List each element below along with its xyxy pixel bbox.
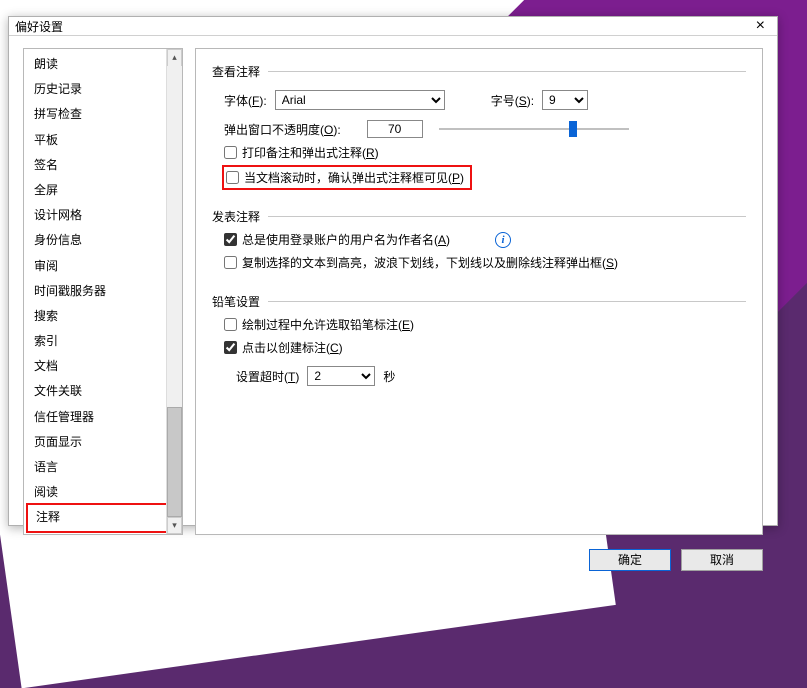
titlebar: 偏好设置 × <box>9 17 777 36</box>
opacity-label: 弹出窗口不透明度(O): <box>224 121 341 138</box>
sidebar-item[interactable]: 文档 <box>24 354 182 379</box>
use-login-author-label: 总是使用登录账户的用户名为作者名(A) <box>242 231 450 248</box>
sidebar-item[interactable]: 搜索 <box>24 304 182 329</box>
timeout-label: 设置超时(T) <box>236 368 299 385</box>
scroll-down-icon[interactable]: ▾ <box>167 517 182 534</box>
allow-select-pencil-label: 绘制过程中允许选取铅笔标注(E) <box>242 316 414 333</box>
sidebar-item[interactable]: 阅读 <box>24 480 182 505</box>
sidebar-item[interactable]: 历史记录 <box>24 77 182 102</box>
sidebar-item[interactable]: 全屏 <box>24 178 182 203</box>
opacity-slider[interactable] <box>439 121 629 137</box>
group-view-legend: 查看注释 <box>212 63 268 80</box>
sidebar-item[interactable]: 朗读 <box>24 52 182 77</box>
fontsize-label: 字号(S): <box>491 92 534 109</box>
group-post-legend: 发表注释 <box>212 208 268 225</box>
dialog-title: 偏好设置 <box>15 18 750 35</box>
close-icon[interactable]: × <box>750 17 771 35</box>
ok-button[interactable]: 确定 <box>589 549 671 571</box>
sidebar-item[interactable]: 页面显示 <box>24 430 182 455</box>
group-pencil-legend: 铅笔设置 <box>212 293 268 310</box>
info-icon[interactable]: i <box>495 232 511 248</box>
opacity-input[interactable] <box>367 120 423 138</box>
ensure-popup-visible-checkbox[interactable] <box>226 171 239 184</box>
copy-selected-text-checkbox[interactable] <box>224 256 237 269</box>
fontsize-select[interactable]: 9 <box>542 90 588 110</box>
font-select[interactable]: Arial <box>275 90 445 110</box>
allow-select-pencil-checkbox[interactable] <box>224 318 237 331</box>
print-annotations-checkbox[interactable] <box>224 146 237 159</box>
highlighted-option: 当文档滚动时，确认弹出式注释框可见(P) <box>222 165 472 190</box>
sidebar-item[interactable]: 平板 <box>24 128 182 153</box>
sidebar-item[interactable]: 语言 <box>24 455 182 480</box>
ensure-popup-visible-label: 当文档滚动时，确认弹出式注释框可见(P) <box>244 169 464 186</box>
click-create-annotation-label: 点击以创建标注(C) <box>242 339 343 356</box>
settings-panel: 查看注释 字体(F): Arial 字号(S): 9 <box>195 48 763 535</box>
copy-selected-text-label: 复制选择的文本到高亮，波浪下划线，下划线以及删除线注释弹出框(S) <box>242 254 618 271</box>
sidebar-item[interactable]: 信任管理器 <box>24 405 182 430</box>
dialog-buttons: 确定 取消 <box>9 543 777 581</box>
sidebar-item[interactable]: 索引 <box>24 329 182 354</box>
scroll-up-icon[interactable]: ▴ <box>167 49 182 66</box>
print-annotations-label: 打印备注和弹出式注释(R) <box>242 144 379 161</box>
group-pencil-settings: 铅笔设置 绘制过程中允许选取铅笔标注(E) 点击以创建标注(C) 设置超时(T <box>212 293 746 392</box>
slider-thumb[interactable] <box>569 121 577 137</box>
sidebar-item[interactable]: 时间戳服务器 <box>24 279 182 304</box>
preferences-dialog: 偏好设置 × 朗读历史记录拼写检查平板签名全屏设计网格身份信息审阅时间戳服务器搜… <box>8 16 778 526</box>
sidebar-scrollbar[interactable]: ▴ ▾ <box>166 49 182 534</box>
sidebar-item[interactable]: 签名 <box>24 153 182 178</box>
category-sidebar: 朗读历史记录拼写检查平板签名全屏设计网格身份信息审阅时间戳服务器搜索索引文档文件… <box>23 48 183 535</box>
use-login-author-checkbox[interactable] <box>224 233 237 246</box>
sidebar-item[interactable]: 身份信息 <box>24 228 182 253</box>
sidebar-item[interactable]: 审阅 <box>24 254 182 279</box>
group-post-annotations: 发表注释 总是使用登录账户的用户名为作者名(A) i 复制选择的文本到高亮，波浪… <box>212 208 746 275</box>
group-view-annotations: 查看注释 字体(F): Arial 字号(S): 9 <box>212 63 746 190</box>
timeout-unit: 秒 <box>383 368 395 385</box>
sidebar-item[interactable]: 拼写检查 <box>24 102 182 127</box>
timeout-select[interactable]: 2 <box>307 366 375 386</box>
cancel-button[interactable]: 取消 <box>681 549 763 571</box>
scroll-thumb[interactable] <box>167 407 182 517</box>
click-create-annotation-checkbox[interactable] <box>224 341 237 354</box>
font-label: 字体(F): <box>224 92 267 109</box>
sidebar-item[interactable]: 设计网格 <box>24 203 182 228</box>
sidebar-item[interactable]: 注释 <box>26 503 180 532</box>
sidebar-item[interactable]: 文件关联 <box>24 379 182 404</box>
